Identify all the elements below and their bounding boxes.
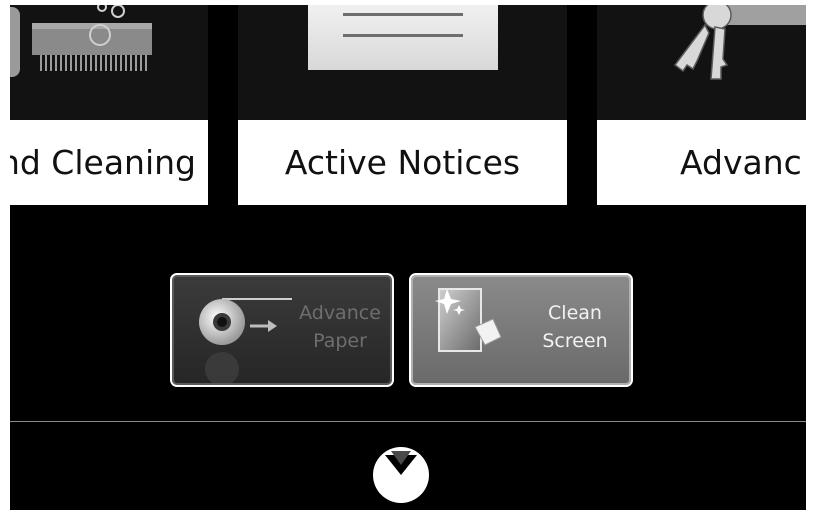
paper-roll-icon [199, 298, 292, 383]
clean-screen-line1: Clean [548, 302, 602, 324]
shredder-icon [10, 5, 208, 120]
advance-paper-line2: Paper [313, 330, 367, 352]
card-active-notices[interactable]: Active Notices [238, 5, 567, 205]
keys-icon [597, 5, 806, 120]
notice-paper-icon [238, 5, 567, 120]
chevron-down-icon [373, 447, 429, 503]
advance-paper-line1: Advance [299, 302, 381, 324]
card-cleaning[interactable]: nd Cleaning [10, 5, 208, 205]
clean-screen-button[interactable]: Clean Screen [409, 273, 633, 387]
card-advanced-label: Advanc [680, 143, 802, 182]
collapse-button[interactable] [371, 445, 431, 505]
advance-paper-text: Advance Paper [290, 299, 390, 355]
advance-paper-button[interactable]: Advance Paper [170, 273, 394, 387]
card-cleaning-thumbnail [10, 5, 208, 120]
card-cleaning-label: nd Cleaning [10, 143, 196, 182]
card-notices-thumbnail [238, 5, 567, 120]
clean-screen-text: Clean Screen [525, 299, 625, 355]
app-screen: nd Cleaning Active Notices Advanc Advanc… [10, 5, 806, 510]
wipe-screen-icon [435, 288, 502, 352]
bottom-divider [10, 421, 806, 422]
card-advanced-thumbnail [597, 5, 806, 120]
clean-screen-line2: Screen [542, 330, 608, 352]
card-advanced[interactable]: Advanc [597, 5, 806, 205]
card-active-notices-label: Active Notices [284, 143, 521, 182]
